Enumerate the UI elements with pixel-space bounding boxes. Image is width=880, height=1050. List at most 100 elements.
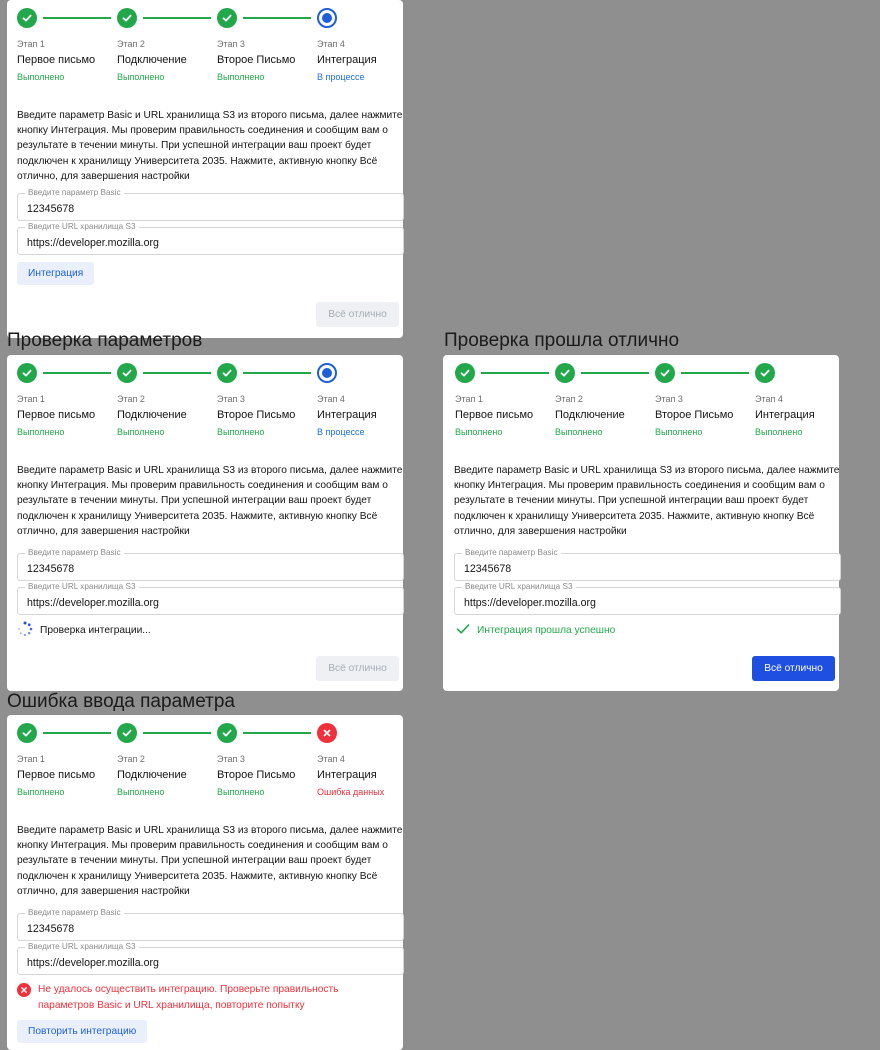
checkmark-icon [456,623,470,638]
all-good-button[interactable]: Всё отлично [752,656,835,681]
step-number: Этап 4 [317,39,345,49]
step-name: Подключение [555,409,625,421]
step-number: Этап 2 [117,394,145,404]
check-icon [117,8,137,28]
check-icon [17,723,37,743]
step-number: Этап 3 [217,394,245,404]
basic-param-field[interactable]: Введите параметр Basic 12345678 [17,188,404,221]
basic-param-field[interactable]: Введите параметр Basic 12345678 [17,908,404,941]
s3-url-field[interactable]: Введите URL хранилища S3 https://develop… [17,222,404,255]
instructions-text: Введите параметр Basic и URL хранилища S… [454,465,840,537]
check-icon [217,363,237,383]
integration-status: Интеграция прошла успешно [456,622,615,638]
step-name: Интеграция [755,409,815,421]
s3-url-field[interactable]: Введите URL хранилища S3 https://develop… [17,942,404,975]
section-title: Проверка прошла отлично [444,330,680,351]
step-status: Выполнено [17,72,65,82]
step-number: Этап 4 [317,754,345,764]
step-connector [43,17,111,19]
step-status: Выполнено [117,427,165,437]
step-name: Первое письмо [17,409,96,421]
field-label: Введите параметр Basic [25,908,124,918]
field-value: https://developer.mozilla.org [464,597,596,609]
check-icon [755,363,775,383]
integration-card-error: Этап 1 Первое письмо Выполнено Этап 2 По… [7,715,404,1050]
step-status: Выполнено [117,787,165,797]
instructions-text: Введите параметр Basic и URL хранилища S… [17,110,403,182]
instructions-text: Введите параметр Basic и URL хранилища S… [17,465,403,537]
step-connector [581,372,649,374]
all-good-button[interactable]: Всё отлично [316,302,399,327]
in-progress-icon [317,363,337,383]
check-icon [117,363,137,383]
field-label: Введите URL хранилища S3 [25,582,139,592]
basic-param-field[interactable]: Введите параметр Basic 12345678 [454,548,841,581]
error-text: Не удалось осуществить интеграцию. Прове… [38,984,339,1011]
stepper: Этап 1 Первое письмо Выполнено Этап 2 По… [17,723,389,811]
s3-url-field[interactable]: Введите URL хранилища S3 https://develop… [17,582,404,615]
step-status: Выполнено [217,787,265,797]
step-name: Подключение [117,769,187,781]
step-status: Выполнено [17,787,65,797]
field-value: 12345678 [464,563,512,575]
step-connector [143,17,211,19]
check-icon [455,363,475,383]
field-value: https://developer.mozilla.org [27,597,159,609]
step-connector [143,732,211,734]
section-title: Проверка параметров [7,330,203,351]
field-label: Введите URL хранилища S3 [462,582,576,592]
stepper: Этап 1 Первое письмо Выполнено Этап 2 По… [17,363,389,451]
field-value: 12345678 [27,923,75,935]
field-value: 12345678 [27,563,75,575]
step-number: Этап 1 [455,394,483,404]
step-name: Второе Письмо [217,54,296,66]
step-name: Второе Письмо [655,409,734,421]
integration-error-message: Не удалось осуществить интеграцию. Прове… [17,982,368,1018]
step-number: Этап 3 [217,39,245,49]
step-number: Этап 1 [17,39,45,49]
step-status: Выполнено [17,427,65,437]
step-status: Выполнено [655,427,703,437]
step-name: Первое письмо [17,54,96,66]
step-connector [481,372,549,374]
integration-button[interactable]: Интеграция [17,262,95,285]
step-status: Ошибка данных [317,787,385,797]
step-number: Этап 3 [217,754,245,764]
step-connector [43,732,111,734]
step-name: Второе Письмо [217,769,296,781]
basic-param-field[interactable]: Введите параметр Basic 12345678 [17,548,404,581]
step-status: В процессе [317,427,365,437]
step-name: Подключение [117,54,187,66]
in-progress-icon [317,8,337,28]
step-name: Второе Письмо [217,409,296,421]
error-x-icon [317,723,337,743]
step-number: Этап 2 [555,394,583,404]
step-connector [143,372,211,374]
step-number: Этап 4 [755,394,783,404]
s3-url-field[interactable]: Введите URL хранилища S3 https://develop… [454,582,841,615]
step-name: Первое письмо [17,769,96,781]
field-value: https://developer.mozilla.org [27,957,159,969]
integration-card-initial: Этап 1 Первое письмо Выполнено Этап 2 По… [7,0,404,338]
stepper: Этап 1 Первое письмо Выполнено Этап 2 По… [17,8,389,96]
check-icon [655,363,675,383]
step-number: Этап 1 [17,754,45,764]
step-status: Выполнено [455,427,503,437]
step-number: Этап 2 [117,754,145,764]
check-icon [17,363,37,383]
spinner-icon [17,621,33,640]
all-good-button[interactable]: Всё отлично [316,656,399,681]
step-connector [243,372,311,374]
step-connector [243,17,311,19]
field-label: Введите параметр Basic [25,548,124,558]
check-icon [17,8,37,28]
retry-integration-button[interactable]: Повторить интеграцию [17,1020,148,1043]
step-status: В процессе [317,72,365,82]
step-status: Выполнено [555,427,603,437]
section-title: Ошибка ввода параметра [7,691,235,712]
step-name: Интеграция [317,54,377,66]
step-status: Выполнено [755,427,803,437]
step-number: Этап 3 [655,394,683,404]
step-name: Первое письмо [455,409,534,421]
field-label: Введите URL хранилища S3 [25,222,139,232]
